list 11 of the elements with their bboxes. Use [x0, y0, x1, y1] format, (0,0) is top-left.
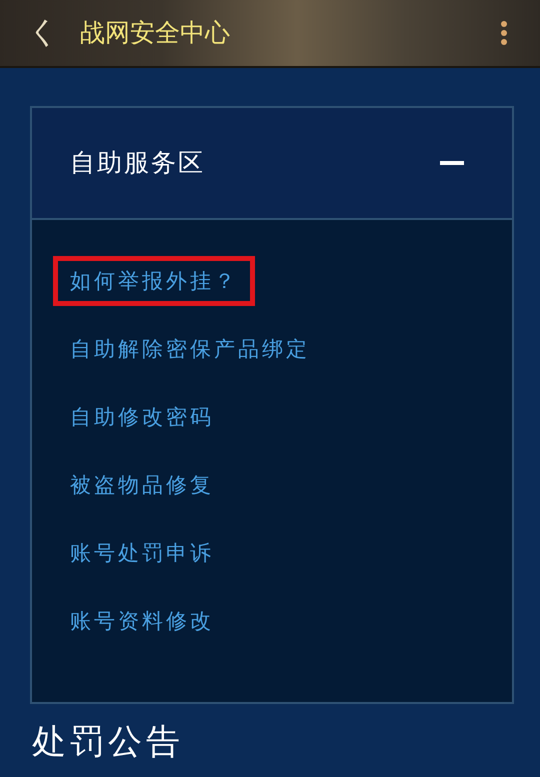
service-link[interactable]: 自助解除密保产品绑定 [53, 324, 327, 374]
service-link[interactable]: 账号处罚申诉 [53, 528, 231, 578]
back-button[interactable]: く [0, 18, 80, 48]
more-menu-icon[interactable] [500, 20, 508, 46]
service-link[interactable]: 自助修改密码 [53, 392, 231, 442]
service-link[interactable]: 被盗物品修复 [53, 460, 231, 510]
service-link[interactable]: 账号资料修改 [53, 596, 231, 646]
panel-title: 自助服务区 [70, 147, 205, 180]
page-title: 战网安全中心 [80, 17, 231, 50]
section-title: 处罚公告 [32, 722, 185, 762]
service-link[interactable]: 如何举报外挂？ [53, 256, 255, 306]
